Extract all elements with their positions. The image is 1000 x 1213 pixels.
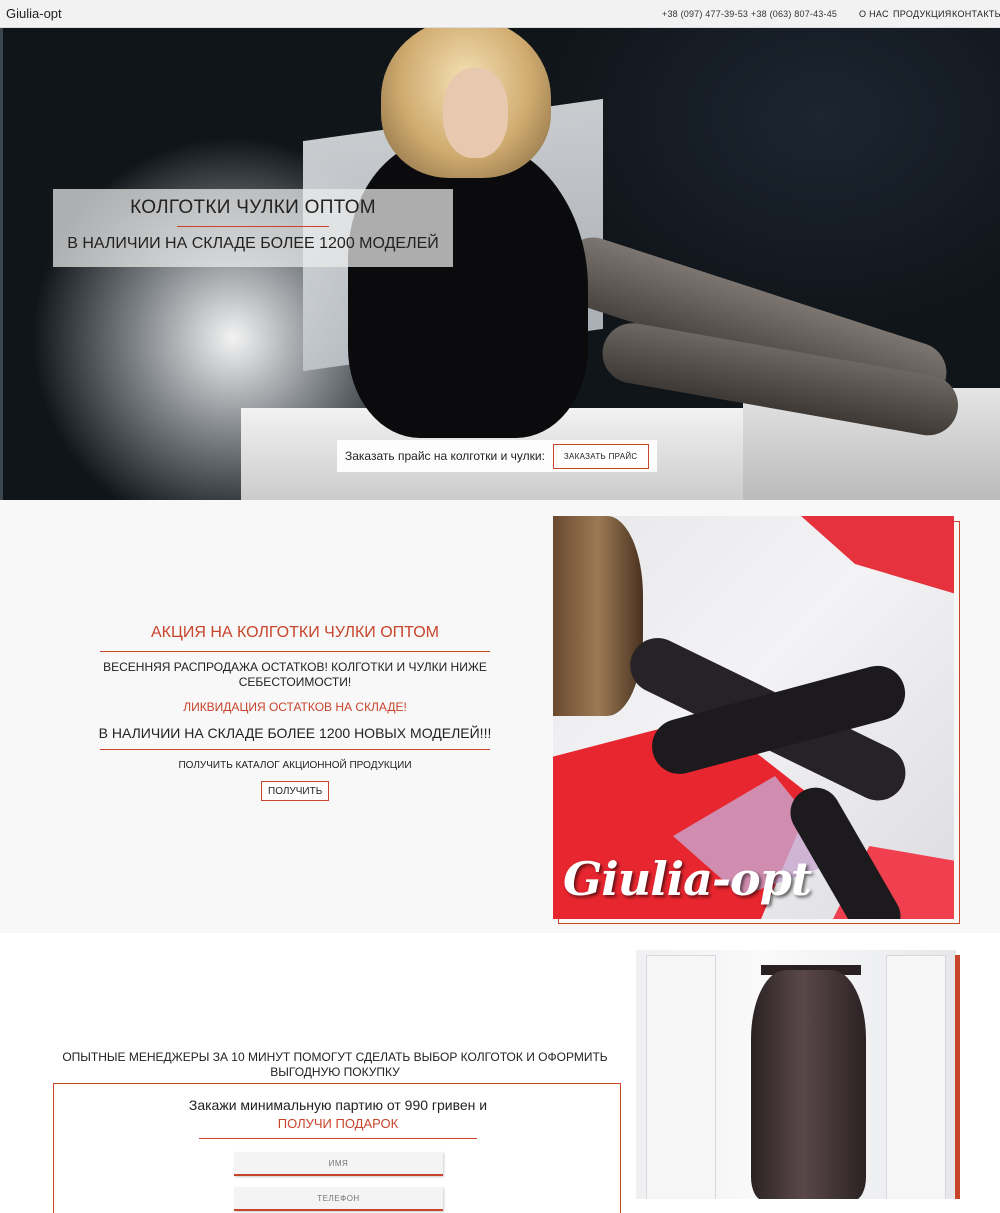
promo-divider-top [100, 651, 490, 652]
hero-title-divider [177, 226, 329, 227]
promo-title: АКЦИЯ НА КОЛГОТКИ ЧУЛКИ ОПТОМ [151, 624, 439, 641]
hero-model-face [443, 68, 508, 158]
hero-caption: КОЛГОТКИ ЧУЛКИ ОПТОМ В НАЛИЧИИ НА СКЛАДЕ… [53, 189, 453, 267]
get-catalog-button[interactable]: ПОЛУЧИТЬ [261, 781, 330, 801]
price-request-label: Заказать прайс на колготки и чулки: [345, 449, 545, 463]
order-heading: ОПЫТНЫЕ МЕНЕДЖЕРЫ ЗА 10 МИНУТ ПОМОГУТ СД… [62, 1050, 608, 1079]
phone-number-2[interactable]: +38 (063) 807-43-45 [751, 9, 837, 19]
promo-image: Giulia-opt [553, 516, 954, 919]
order-offer-text: Закажи минимальную партию от 990 гривен … [188, 1097, 488, 1113]
accent-bar [955, 955, 960, 1199]
hero-banner: КОЛГОТКИ ЧУЛКИ ОПТОМ В НАЛИЧИИ НА СКЛАДЕ… [3, 28, 1000, 500]
phone-input[interactable] [234, 1187, 443, 1211]
top-navbar: Giulia-opt +38 (097) 477-39-53 +38 (063)… [0, 0, 1000, 28]
image-bg-door [646, 955, 716, 1199]
phone-number-1[interactable]: +38 (097) 477-39-53 [662, 9, 748, 19]
promo-catalog-text: ПОЛУЧИТЬ КАТАЛОГ АКЦИОННОЙ ПРОДУКЦИИ [178, 760, 412, 771]
order-form: Закажи минимальную партию от 990 гривен … [53, 1083, 621, 1213]
promo-liquidation-text: ЛИКВИДАЦИЯ ОСТАТКОВ НА СКЛАДЕ! [183, 700, 407, 714]
order-form-divider [199, 1138, 477, 1139]
name-input[interactable] [234, 1152, 443, 1176]
nav-link-products[interactable]: ПРОДУКЦИЯ [893, 9, 952, 19]
order-section: ОПЫТНЫЕ МЕНЕДЖЕРЫ ЗА 10 МИНУТ ПОМОГУТ СД… [0, 933, 1000, 1213]
promo-stock-text: В НАЛИЧИИ НА СКЛАДЕ БОЛЕЕ 1200 НОВЫХ МОД… [98, 725, 492, 741]
order-gift-text: ПОЛУЧИ ПОДАРОК [277, 1116, 399, 1131]
hero-subtitle: В НАЛИЧИИ НА СКЛАДЕ БОЛЕЕ 1200 МОДЕЛЕЙ [67, 235, 439, 252]
promo-divider-bottom [100, 749, 490, 750]
order-price-button[interactable]: ЗАКАЗАТЬ ПРАЙС [552, 443, 649, 469]
nav-link-about[interactable]: О НАС [859, 9, 889, 19]
site-logo[interactable]: Giulia-opt [6, 6, 62, 21]
promo-image-shape [801, 516, 954, 596]
promo-image-brand-logo: Giulia-opt [563, 852, 812, 906]
tights-product-image [636, 950, 956, 1199]
promo-model-hair [553, 516, 643, 716]
hero-model-coat [348, 138, 588, 438]
price-request-bar: Заказать прайс на колготки и чулки: ЗАКА… [337, 440, 657, 472]
image-bg-door [886, 955, 946, 1199]
nav-link-contacts[interactable]: КОНТАКТЫ [952, 9, 1000, 19]
hero-title: КОЛГОТКИ ЧУЛКИ ОПТОМ [130, 197, 376, 218]
promo-sale-text: ВЕСЕННЯЯ РАСПРОДАЖА ОСТАТКОВ! КОЛГОТКИ И… [103, 660, 487, 689]
promo-section: АКЦИЯ НА КОЛГОТКИ ЧУЛКИ ОПТОМ ВЕСЕННЯЯ Р… [0, 500, 1000, 933]
tights-model [751, 970, 866, 1199]
